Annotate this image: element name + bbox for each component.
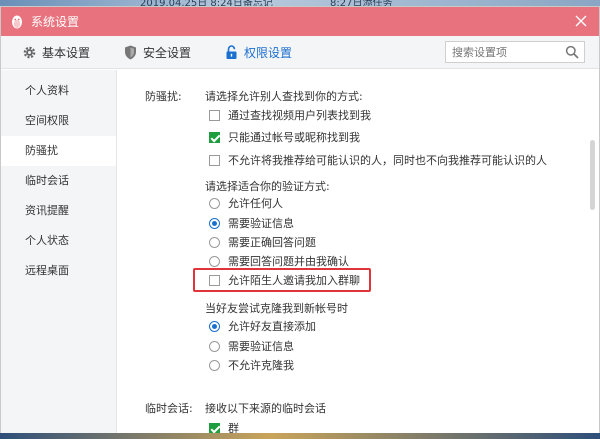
verify-method-heading: 请选择适合你的验证方式: (205, 180, 330, 193)
tab-permission-settings[interactable]: 权限设置 (223, 36, 292, 69)
tab-label: 安全设置 (143, 45, 192, 60)
option-label: 群 (228, 422, 239, 433)
tab-basic-settings[interactable]: 基本设置 (21, 36, 90, 69)
option-label: 不允许将我推荐给可能认识的人，同时也不向我推荐可能认识的人 (228, 154, 547, 167)
sidebar-item-anti-harass[interactable]: 防骚扰 (1, 136, 116, 166)
radio[interactable] (209, 217, 220, 229)
sidebar-item-personal-info[interactable]: 个人资料 (1, 76, 116, 106)
option-answer-question[interactable]: 需要正确回答问题 (209, 234, 316, 250)
penguin-icon (9, 14, 25, 30)
sidebar-item-personal-status[interactable]: 个人状态 (1, 226, 116, 256)
option-allow-friend-add[interactable]: 允许好友直接添加 (209, 318, 316, 334)
option-need-verify-info[interactable]: 需要验证信息 (209, 215, 294, 231)
option-label: 允许好友直接添加 (228, 320, 316, 333)
sidebar: 个人资料 空间权限 防骚扰 临时会话 资讯提醒 个人状态 远程桌面 (1, 70, 117, 433)
option-label: 允许任何人 (228, 197, 283, 210)
close-button[interactable] (573, 13, 589, 29)
search-icon[interactable] (565, 45, 579, 62)
sidebar-item-remote-desktop[interactable]: 远程桌面 (1, 256, 116, 286)
checkbox[interactable] (209, 154, 220, 166)
checkbox[interactable] (209, 274, 220, 286)
tab-security-settings[interactable]: 安全设置 (122, 36, 191, 69)
option-no-recommend[interactable]: 不允许将我推荐给可能认识的人，同时也不向我推荐可能认识的人 (209, 152, 547, 168)
radio[interactable] (209, 197, 220, 209)
shield-icon (122, 44, 138, 60)
desktop-background (0, 433, 600, 439)
section-label: 临时会话: (145, 402, 193, 415)
radio[interactable] (209, 359, 220, 371)
option-label: 需要正确回答问题 (228, 236, 316, 249)
toolbar: 基本设置 安全设置 权限设置 (1, 36, 599, 69)
option-label: 只能通过帐号或昵称找到我 (228, 131, 360, 144)
lock-icon (223, 44, 239, 60)
option-label: 需要回答问题并由我确认 (228, 255, 349, 268)
radio[interactable] (209, 320, 220, 332)
search-input[interactable] (452, 45, 562, 59)
sidebar-item-temp-session[interactable]: 临时会话 (1, 166, 116, 196)
radio[interactable] (209, 236, 220, 248)
settings-panel: 防骚扰: 请选择允许别人查找到你的方式: 通过查找视频用户列表找到我 只能通过帐… (117, 70, 599, 433)
option-find-by-account[interactable]: 只能通过帐号或昵称找到我 (209, 129, 360, 145)
temp-session-heading: 接收以下来源的临时会话 (205, 402, 326, 415)
checkbox[interactable] (209, 131, 220, 143)
option-allow-anyone[interactable]: 允许任何人 (209, 195, 283, 211)
find-method-heading: 请选择允许别人查找到你的方式: (205, 90, 363, 103)
tab-label: 基本设置 (42, 45, 91, 60)
checkbox[interactable] (209, 109, 220, 121)
sidebar-item-space-permission[interactable]: 空间权限 (1, 106, 116, 136)
option-label: 通过查找视频用户列表找到我 (228, 109, 371, 122)
window-title: 系统设置 (31, 15, 80, 29)
title-bar[interactable]: 系统设置 (1, 7, 599, 36)
option-no-clone[interactable]: 不允许克隆我 (209, 357, 294, 373)
option-label: 不允许克隆我 (228, 359, 294, 372)
gear-icon (21, 44, 37, 60)
option-clone-need-verify[interactable]: 需要验证信息 (209, 338, 294, 354)
option-label: 需要验证信息 (228, 217, 294, 230)
option-answer-and-confirm[interactable]: 需要回答问题并由我确认 (209, 253, 349, 269)
tab-label: 权限设置 (244, 45, 293, 60)
settings-window: 系统设置 基本设置 安全设置 权限设置 搜索设置项 个人资料 空间权限 防骚扰 … (0, 6, 600, 434)
close-icon (575, 15, 587, 27)
option-find-by-video-list[interactable]: 通过查找视频用户列表找到我 (209, 107, 371, 123)
content-area: 个人资料 空间权限 防骚扰 临时会话 资讯提醒 个人状态 远程桌面 防骚扰: 请… (1, 70, 599, 433)
search-box[interactable] (445, 41, 585, 63)
option-label: 需要验证信息 (228, 340, 294, 353)
section-label: 防骚扰: (145, 90, 182, 103)
option-allow-group-invite[interactable]: 允许陌生人邀请我加入群聊 (209, 272, 360, 288)
sidebar-item-news-reminder[interactable]: 资讯提醒 (1, 196, 116, 226)
scrollbar[interactable] (590, 140, 595, 210)
option-temp-session-group[interactable]: 群 (209, 420, 239, 433)
radio[interactable] (209, 255, 220, 267)
checkbox[interactable] (209, 422, 220, 433)
radio[interactable] (209, 340, 220, 352)
clone-heading: 当好友尝试克隆我到新帐号时 (205, 302, 348, 315)
option-label: 允许陌生人邀请我加入群聊 (228, 274, 360, 287)
